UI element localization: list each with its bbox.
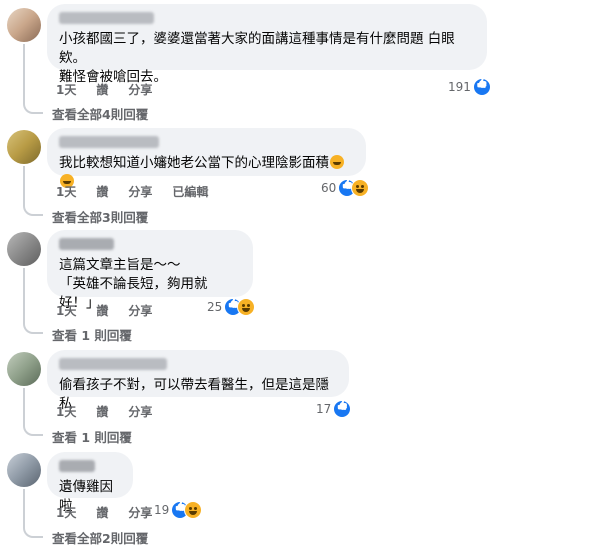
commenter-name[interactable] xyxy=(59,460,95,472)
share-button[interactable]: 分享 xyxy=(128,81,152,98)
thread-connector xyxy=(23,524,43,538)
comment-text: 小孩都國三了，婆婆還當著大家的面講這種事情是有什麼問題 白眼欸。 難怪會被嗆回去… xyxy=(59,31,455,85)
commenter-name[interactable] xyxy=(59,358,167,370)
reaction-summary[interactable]: 19 xyxy=(154,501,203,519)
thread-connector xyxy=(23,100,43,114)
like-button[interactable]: 讚 xyxy=(96,504,108,521)
timestamp[interactable]: 1天 xyxy=(56,403,76,420)
timestamp[interactable]: 1天 xyxy=(56,302,76,319)
comment-actions: 1天 讚 分享 xyxy=(56,81,152,98)
reaction-summary[interactable]: 25 xyxy=(207,298,256,316)
view-replies-link[interactable]: 查看 1 則回覆 xyxy=(52,325,132,344)
reaction-summary[interactable]: 60 xyxy=(321,179,370,197)
view-replies-link[interactable]: 查看全部2則回覆 xyxy=(52,528,148,547)
avatar[interactable] xyxy=(7,130,41,164)
comment-actions: 1天 讚 分享 xyxy=(56,302,152,319)
avatar[interactable] xyxy=(7,352,41,386)
rofl-emoji-icon xyxy=(330,155,344,169)
avatar[interactable] xyxy=(7,453,41,487)
thread-connector xyxy=(23,422,43,436)
thread-connector xyxy=(23,202,43,216)
edited-label[interactable]: 已編輯 xyxy=(172,183,208,200)
commenter-name[interactable] xyxy=(59,136,159,148)
reaction-count: 60 xyxy=(321,181,337,195)
thread-line xyxy=(23,388,25,426)
timestamp[interactable]: 1天 xyxy=(56,183,76,200)
reaction-summary[interactable]: 191 xyxy=(448,78,491,96)
like-button[interactable]: 讚 xyxy=(96,183,108,200)
like-icon xyxy=(472,78,491,96)
thread-line xyxy=(23,166,25,206)
avatar[interactable] xyxy=(7,8,41,42)
haha-icon xyxy=(351,179,370,197)
comment-bubble: 偷看孩子不對，可以帶去看醫生，但是這是隱私 xyxy=(47,350,349,412)
share-button[interactable]: 分享 xyxy=(128,403,152,420)
haha-icon xyxy=(237,298,256,316)
like-button[interactable]: 讚 xyxy=(96,403,108,420)
like-button[interactable]: 讚 xyxy=(96,81,108,98)
reaction-summary[interactable]: 17 xyxy=(316,400,352,418)
commenter-name[interactable] xyxy=(59,12,154,24)
thread-line xyxy=(23,44,25,104)
comment-bubble: 我比較想知道小嬸她老公當下的心理陰影面積 xyxy=(47,128,366,188)
timestamp[interactable]: 1天 xyxy=(56,504,76,521)
comment-bubble: 遺傳雞因啦 xyxy=(47,452,133,514)
comment-bubble: 這篇文章主旨是～～ 「英雄不論長短，夠用就好！」 xyxy=(47,230,253,311)
thread-line xyxy=(23,489,25,528)
reaction-count: 19 xyxy=(154,503,170,517)
avatar[interactable] xyxy=(7,232,41,266)
share-button[interactable]: 分享 xyxy=(128,504,152,521)
reaction-count: 17 xyxy=(316,402,332,416)
timestamp[interactable]: 1天 xyxy=(56,81,76,98)
share-button[interactable]: 分享 xyxy=(128,183,152,200)
like-icon xyxy=(333,400,352,418)
like-button[interactable]: 讚 xyxy=(96,302,108,319)
share-button[interactable]: 分享 xyxy=(128,302,152,319)
reaction-count: 191 xyxy=(448,80,471,94)
view-replies-link[interactable]: 查看 1 則回覆 xyxy=(52,427,132,446)
thread-line xyxy=(23,268,25,324)
comment-actions: 1天 讚 分享 xyxy=(56,403,152,420)
view-replies-link[interactable]: 查看全部4則回覆 xyxy=(52,104,148,123)
commenter-name[interactable] xyxy=(59,238,114,250)
comment-actions: 1天 讚 分享 已編輯 xyxy=(56,183,208,200)
reaction-count: 25 xyxy=(207,300,223,314)
haha-icon xyxy=(184,501,203,519)
view-replies-link[interactable]: 查看全部3則回覆 xyxy=(52,207,148,226)
comment-bubble: 小孩都國三了，婆婆還當著大家的面講這種事情是有什麼問題 白眼欸。 難怪會被嗆回去… xyxy=(47,4,487,85)
comment-actions: 1天 讚 分享 xyxy=(56,504,152,521)
thread-connector xyxy=(23,320,43,334)
